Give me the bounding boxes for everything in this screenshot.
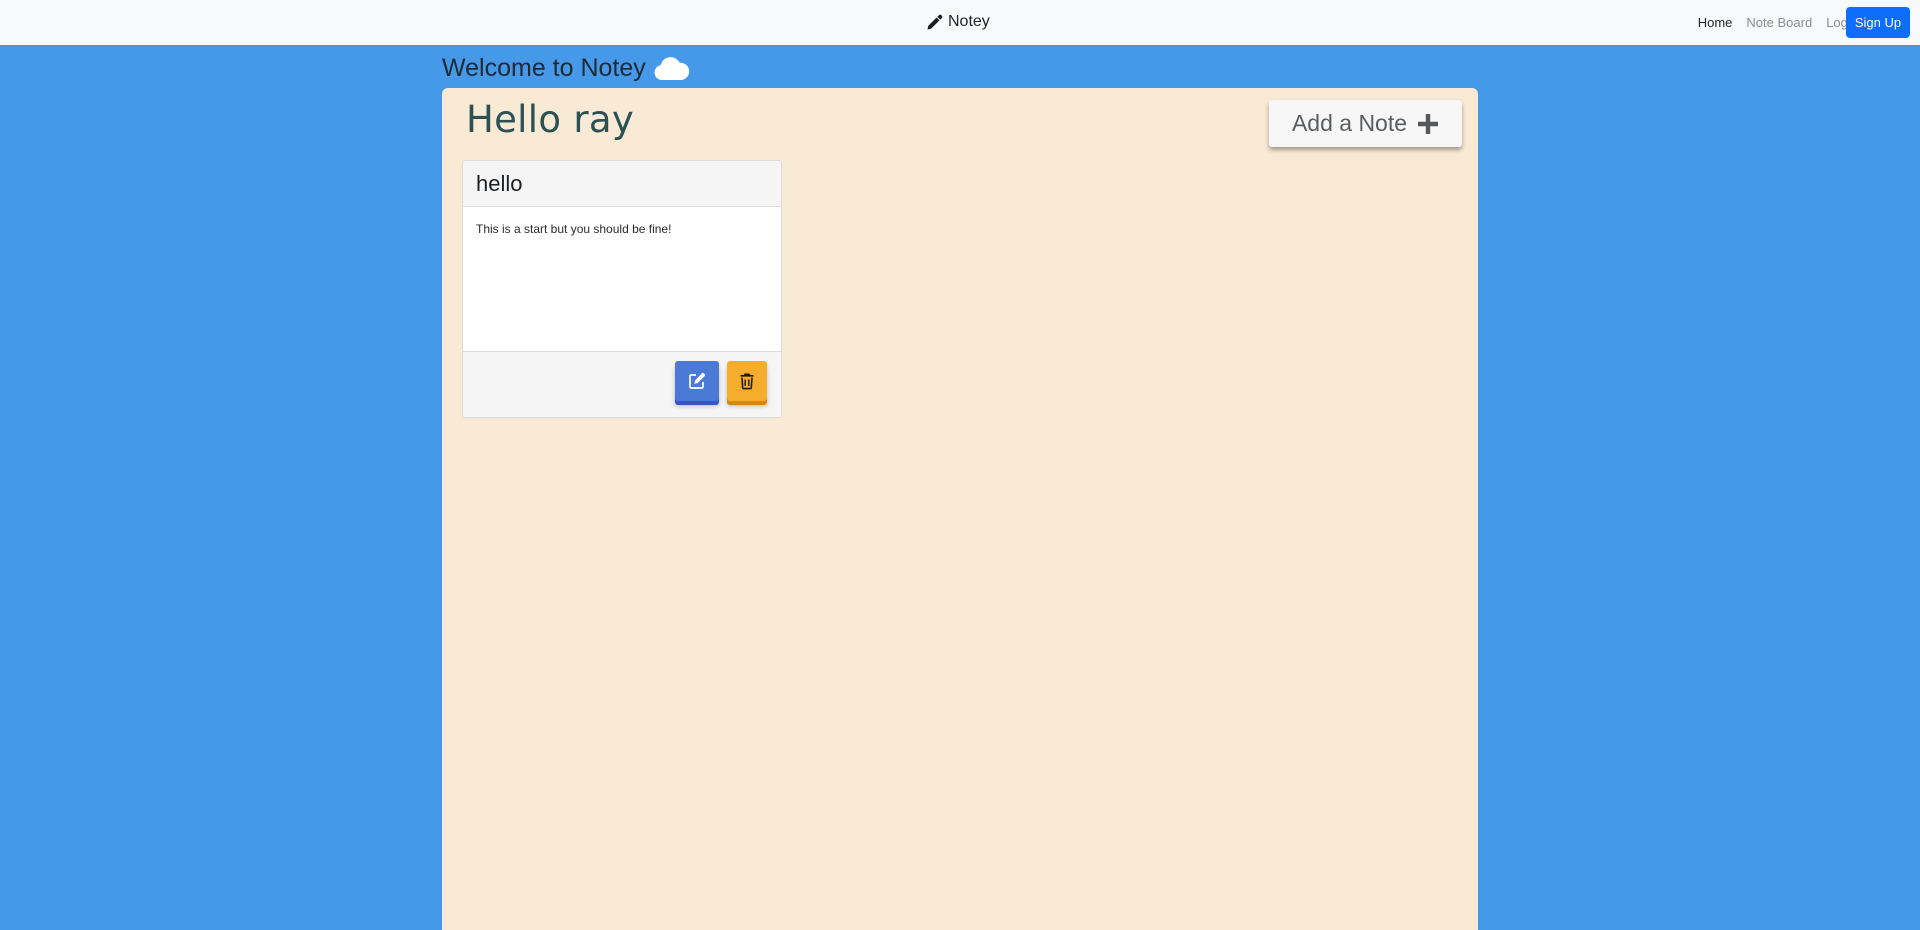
brand-label: Notey <box>948 13 990 30</box>
top-navbar: Notey Home Note Board Login Sign Up <box>0 0 1920 45</box>
note-title: hello <box>463 161 781 207</box>
note-footer <box>463 351 781 417</box>
note-body: This is a start but you should be fine! <box>476 222 672 236</box>
welcome-heading: Welcome to Notey <box>442 51 690 85</box>
edit-icon <box>688 372 706 390</box>
edit-note-button[interactable] <box>675 361 719 401</box>
add-note-button[interactable]: Add a Note <box>1269 100 1462 147</box>
note-card: hello This is a start but you should be … <box>462 160 782 418</box>
nav-link-note-board[interactable]: Note Board <box>1746 15 1812 30</box>
pencil-icon <box>926 14 943 31</box>
delete-note-button[interactable] <box>727 361 767 401</box>
sign-up-button[interactable]: Sign Up <box>1846 7 1910 38</box>
nav-links: Home Note Board Login <box>1698 0 1858 45</box>
welcome-title: Welcome to Notey <box>442 53 646 82</box>
nav-link-home[interactable]: Home <box>1698 15 1733 30</box>
cloud-icon <box>654 55 690 81</box>
add-note-label: Add a Note <box>1291 110 1408 136</box>
greeting-title: Hello ray <box>466 98 635 141</box>
note-board-panel: Hello ray Add a Note hello This is a sta… <box>442 88 1478 930</box>
trash-icon <box>738 372 756 390</box>
plus-icon <box>1417 113 1439 135</box>
brand-link[interactable]: Notey <box>926 11 990 33</box>
